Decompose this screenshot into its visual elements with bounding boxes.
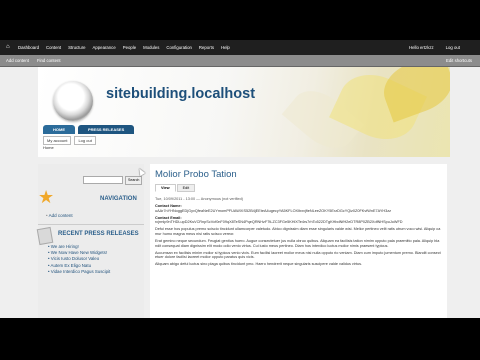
node-tabs: View Edit	[155, 184, 196, 192]
toolbar-item-appearance[interactable]: Appearance	[93, 45, 116, 50]
home-icon[interactable]: ⌂	[6, 44, 12, 50]
my-account-link[interactable]: My account	[43, 136, 72, 145]
tab-view[interactable]: View	[155, 184, 176, 192]
main-menu: HOME PRESS RELEASES	[43, 125, 135, 134]
star-icon: ★	[38, 187, 55, 207]
toolbar-item-reports[interactable]: Reports	[199, 45, 214, 50]
body-paragraph: Erat gemino neque secundum. Feugiat geni…	[155, 239, 440, 248]
navigation-title: NAVIGATION	[100, 196, 137, 202]
field-label: Contact Email:	[155, 215, 182, 220]
search-input[interactable]	[83, 176, 123, 184]
body-paragraph: Aliquam abigo defui luctus sino plaga qu…	[155, 262, 363, 267]
page-title: Molior Probo Tation	[155, 169, 237, 180]
search-button[interactable]: Search	[125, 176, 143, 185]
contact-name-value: uAAr7nYHNoggEDjGyvQfeaNeE2UYmomPFUAWXIS5…	[155, 208, 392, 213]
breadcrumb[interactable]: Home	[43, 145, 54, 150]
note-icon	[36, 226, 54, 246]
tab-home[interactable]: HOME	[43, 125, 75, 134]
edit-shortcuts-link[interactable]: Edit shortcuts	[446, 58, 472, 63]
search-form: Search	[83, 176, 143, 185]
recent-press-list: • We are Hiring! • We Now Have New Widge…	[48, 244, 110, 275]
site-name[interactable]: sitebuilding.localhost	[106, 86, 255, 102]
body-paragraph: Accumsan ex facilisis minim molior si ty…	[155, 250, 441, 260]
site-header: sitebuilding.localhost HOME PRESS RELEAS…	[38, 67, 450, 157]
site-logo[interactable]	[53, 81, 93, 121]
toolbar-user: Hello ertzkzz Log out	[409, 40, 460, 55]
toolbar-item-dashboard[interactable]: Dashboard	[18, 45, 39, 50]
user-greeting[interactable]: Hello ertzkzz	[409, 45, 434, 50]
toolbar-item-configuration[interactable]: Configuration	[166, 45, 192, 50]
shortcuts-bar: Add content Find content Edit shortcuts	[0, 55, 480, 67]
node-body: Contact Name: uAAr7nYHNoggEDjGyvQfeaNeE2U…	[155, 204, 441, 270]
main-content: Molior Probo Tation View Edit Tue, 10/09…	[150, 164, 447, 318]
toolbar-logout[interactable]: Log out	[446, 45, 460, 50]
submitted-info: Tue, 10/09/2011 - 13:00 — Anonymous (not…	[155, 197, 244, 201]
divider	[38, 224, 144, 225]
list-item[interactable]: • Vidae Interdico Pagus Suscipit	[48, 269, 110, 275]
toolbar-item-people[interactable]: People	[123, 45, 136, 50]
shortcut-find-content[interactable]: Find content	[37, 58, 61, 63]
shortcut-add-content[interactable]: Add content	[6, 58, 29, 63]
admin-toolbar: ⌂ Dashboard Content Structure Appearance…	[0, 40, 480, 55]
logout-link[interactable]: Log out	[74, 136, 96, 145]
toolbar-item-help[interactable]: Help	[221, 45, 230, 50]
toolbar-item-structure[interactable]: Structure	[68, 45, 85, 50]
body-paragraph: Defui esse hos populus premo sciscio tin…	[155, 227, 441, 236]
admin-menu: Dashboard Content Structure Appearance P…	[18, 40, 230, 55]
sidebar: Search ★ NAVIGATION • Add content RECENT…	[36, 164, 144, 318]
toolbar-item-modules[interactable]: Modules	[143, 45, 159, 50]
site-page: sitebuilding.localhost HOME PRESS RELEAS…	[0, 67, 480, 318]
toolbar-item-content[interactable]: Content	[46, 45, 61, 50]
secondary-menu: My account Log out	[43, 136, 96, 145]
recent-press-title: RECENT PRESS RELEASES	[58, 231, 139, 237]
field-label: Contact Name:	[155, 204, 182, 208]
contact-email-value: rcjrmlp9nTHDLupD2KsVCRnpScVcf0nF09qX8TeS…	[155, 220, 403, 225]
add-content-label[interactable]: Add content	[49, 213, 73, 218]
add-content-link[interactable]: • Add content	[46, 213, 73, 218]
tab-edit[interactable]: Edit	[176, 184, 196, 192]
browser-viewport: ⌂ Dashboard Content Structure Appearance…	[0, 40, 480, 318]
tab-press-releases[interactable]: PRESS RELEASES	[78, 125, 135, 134]
